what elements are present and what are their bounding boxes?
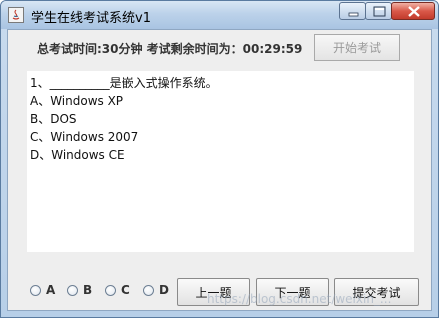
question-text: 1、__________是嵌入式操作系统。 <box>30 76 218 90</box>
option-b-text: B、DOS <box>30 112 77 126</box>
option-a-text: A、Windows XP <box>30 94 124 108</box>
question-panel: 1、__________是嵌入式操作系统。 A、Windows XP B、DOS… <box>27 71 414 252</box>
radio-label: A <box>46 283 56 297</box>
close-button[interactable] <box>391 2 435 20</box>
radio-circle-icon <box>105 285 116 296</box>
radio-label: B <box>83 283 93 297</box>
option-c-text: C、Windows 2007 <box>30 130 139 144</box>
minimize-button[interactable] <box>339 2 366 20</box>
start-exam-button[interactable]: 开始考试 <box>314 34 400 61</box>
window-title: 学生在线考试系统v1 <box>31 11 151 26</box>
maximize-button[interactable] <box>365 2 392 20</box>
radio-label: D <box>159 283 169 297</box>
watermark-text: https://blog.csdn.net/weixin_... <box>207 292 392 306</box>
java-app-icon <box>8 7 24 23</box>
title-bar[interactable]: 学生在线考试系统v1 <box>1 1 438 29</box>
exam-time-info: 总考试时间:30分钟 考试剩余时间为：00:29:59 <box>37 42 303 56</box>
radio-circle-icon <box>67 285 78 296</box>
radio-label: C <box>121 283 130 297</box>
option-d-text: D、Windows CE <box>30 148 125 162</box>
radio-circle-icon <box>30 285 41 296</box>
radio-circle-icon <box>143 285 154 296</box>
